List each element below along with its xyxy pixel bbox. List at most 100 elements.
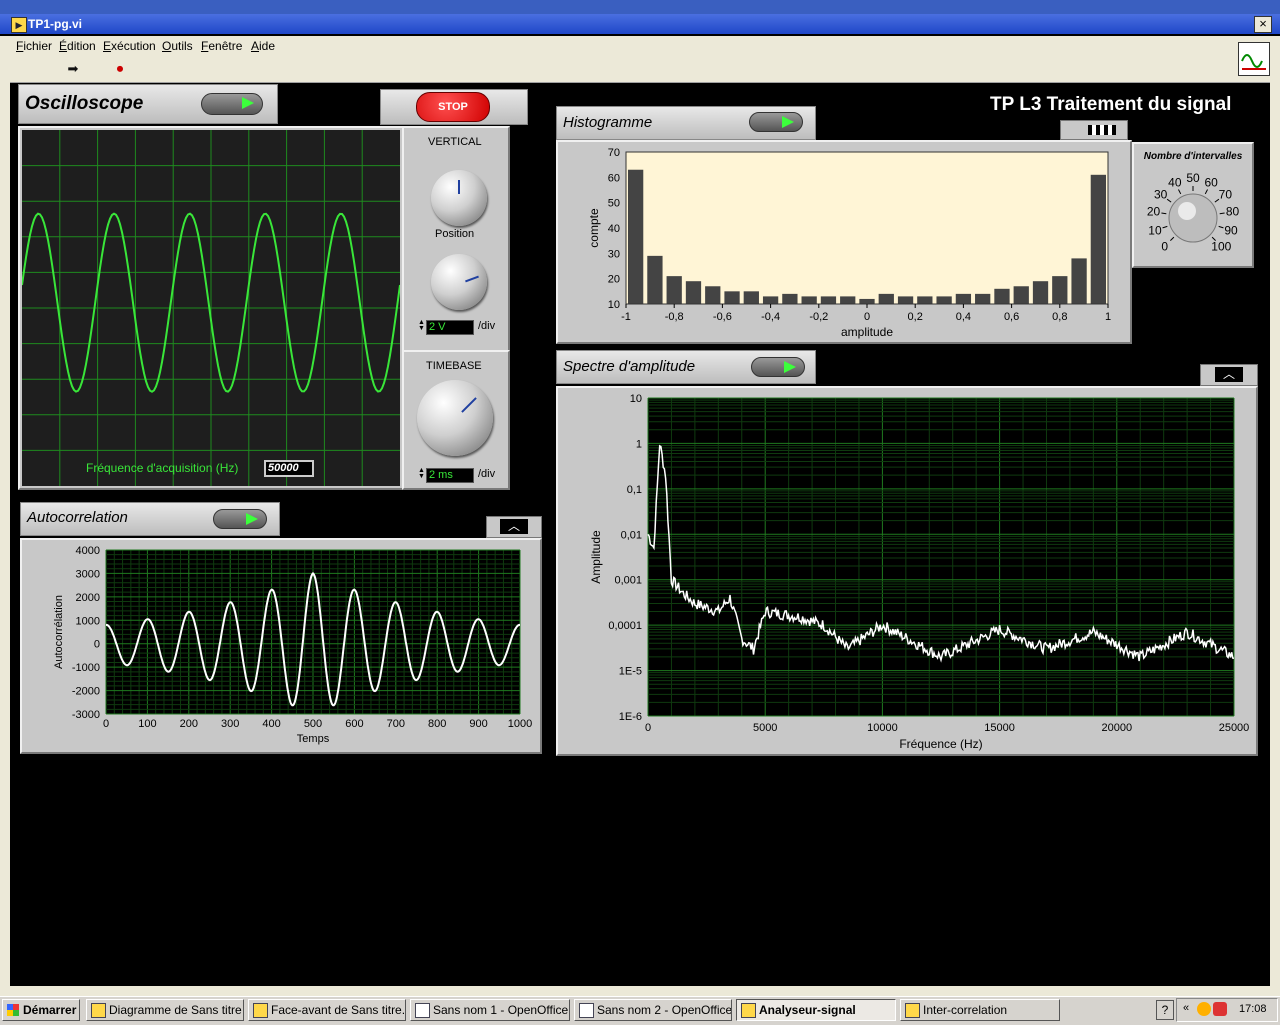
hist-bar: [762, 296, 779, 304]
histogram-panel: -1 -0,8 -0,6 -0,4 -0,2 0 0,2 0,4 0,6 0,8 1 10 20 30 40…: [556, 140, 1132, 344]
task-diagramme[interactable]: Diagramme de Sans titre ...: [86, 999, 244, 1021]
ac-x-tick: 0: [103, 718, 109, 730]
hist-bar: [647, 255, 663, 304]
collapse-icon: ︿: [500, 519, 528, 534]
start-label: Démarrer: [23, 1003, 77, 1017]
clock: 17:08: [1239, 1003, 1267, 1015]
task-analyseur-signal[interactable]: Analyseur-signal: [736, 999, 896, 1021]
sp-x-tick: 5000: [753, 722, 777, 734]
time-div-input[interactable]: 2 ms: [426, 468, 474, 483]
sp-x-label: Fréquence (Hz): [899, 737, 982, 751]
oscilloscope-enable-button[interactable]: [201, 93, 263, 115]
vertical-label: VERTICAL: [428, 136, 482, 148]
time-spinner[interactable]: ▲ ▼: [418, 467, 425, 480]
vi-icon: [1238, 42, 1270, 76]
dial-knob: [1168, 193, 1218, 243]
collapse-icon: ︿: [1215, 367, 1243, 382]
volts-div-unit: /div: [478, 320, 496, 332]
ac-x-tick: 600: [345, 718, 363, 730]
ac-y-tick: 1000: [76, 615, 100, 627]
intervals-panel: Nombre d'intervalles 0 10 20 30 40 50 60 70 80 90…: [1132, 142, 1254, 268]
volts-div-input[interactable]: 2 V: [426, 320, 474, 335]
spectrum-collapse[interactable]: ︿: [1200, 364, 1258, 386]
spectrum-enable-button[interactable]: [751, 357, 805, 377]
sp-y-tick: 0,001: [614, 575, 642, 587]
autocorr-chart: 0 100 200 300 400 500 600 700 800 900 1000 4000 3000…: [53, 545, 532, 745]
menu-aide[interactable]: Aide: [251, 39, 275, 53]
hist-x-tick: 0,2: [908, 311, 923, 323]
menu-execution[interactable]: Exécution: [103, 39, 156, 53]
spectrum-chart: 0 5000 10000 15000 20000 25000 10 1 0,1 0,01 0,001…: [589, 393, 1250, 751]
hist-bar: [936, 296, 952, 304]
tray-expand-icon[interactable]: «: [1183, 1002, 1189, 1014]
tray-app-icon[interactable]: [1197, 1002, 1211, 1016]
hist-bar: [820, 296, 837, 304]
autocorr-enable-button[interactable]: [213, 509, 267, 529]
dial-tickmark: [1204, 189, 1208, 195]
hist-bar: [840, 296, 856, 304]
task-inter-correlation[interactable]: Inter-correlation: [900, 999, 1060, 1021]
acq-frequency-input[interactable]: 50000: [264, 460, 314, 477]
window-title-bar[interactable]: [0, 14, 1280, 34]
ac-x-tick: 400: [262, 718, 280, 730]
hist-x-tick: 0,6: [1004, 311, 1019, 323]
dial-knob-highlight: [1178, 202, 1196, 220]
stop-area: STOP: [380, 89, 528, 125]
histogram-palette[interactable]: [1060, 120, 1128, 140]
sp-x-tick: 25000: [1219, 722, 1250, 734]
timebase-knob[interactable]: [417, 380, 493, 456]
ac-x-tick: 900: [469, 718, 487, 730]
ac-y-tick: -1000: [72, 662, 100, 674]
task-sans-nom-1[interactable]: Sans nom 1 - OpenOffice...: [410, 999, 570, 1021]
document-icon: [415, 1003, 430, 1018]
hist-x-label: amplitude: [841, 325, 893, 339]
hist-bar: [897, 296, 914, 304]
dial-tick-label: 90: [1224, 223, 1238, 237]
ac-x-tick: 200: [180, 718, 198, 730]
tray-network-icon[interactable]: [1213, 1002, 1227, 1016]
task-label: Inter-correlation: [923, 1003, 1008, 1017]
hist-x-tick: -0,6: [713, 311, 732, 323]
hist-bar: [801, 296, 817, 304]
run-arrow-icon[interactable]: ➡: [63, 59, 83, 79]
autocorr-collapse[interactable]: ︿: [486, 516, 542, 538]
hist-y-tick: 10: [608, 299, 620, 311]
close-button[interactable]: ×: [1254, 16, 1272, 33]
ac-x-tick: 700: [387, 718, 405, 730]
hist-bar: [975, 293, 991, 304]
autocorr-panel: 0 100 200 300 400 500 600 700 800 900 1000 4000 3000…: [20, 538, 542, 754]
ac-y-tick: -3000: [72, 709, 100, 721]
start-button[interactable]: Démarrer: [2, 999, 80, 1021]
stop-button[interactable]: STOP: [416, 92, 490, 122]
task-face-avant[interactable]: Face-avant de Sans titre...: [248, 999, 406, 1021]
hist-bar: [724, 291, 740, 304]
volts-spinner[interactable]: ▲ ▼: [418, 319, 425, 332]
hist-bar: [666, 276, 682, 304]
abort-stop-icon[interactable]: ⏺: [110, 59, 130, 79]
hist-bar: [705, 286, 721, 304]
menu-outils[interactable]: Outils: [162, 39, 193, 53]
hist-x-tick: 1: [1105, 311, 1111, 323]
intervals-dial[interactable]: 0 10 20 3040 50 6070 80 90 100: [1134, 164, 1252, 268]
sp-y-tick: 1E-6: [619, 711, 642, 723]
menu-bar: Fichier Édition Exécution Outils Fenêtre…: [10, 36, 1270, 56]
histogram-enable-button[interactable]: [749, 112, 803, 132]
sp-y-label: Amplitude: [589, 530, 603, 584]
hist-y-label: compte: [587, 208, 601, 248]
task-sans-nom-2[interactable]: Sans nom 2 - OpenOffice...: [574, 999, 732, 1021]
volts-div-knob[interactable]: [431, 254, 487, 310]
labview-icon: [253, 1003, 268, 1018]
labview-app-icon: ▶: [11, 17, 27, 33]
hist-bar: [917, 296, 933, 304]
menu-edition[interactable]: Édition: [59, 39, 96, 53]
dial-tickmark: [1161, 212, 1167, 215]
menu-fichier[interactable]: Fichier: [16, 39, 52, 53]
timebase-panel: TIMEBASE ▲ ▼ 2 ms /div: [402, 350, 510, 490]
ac-x-tick: 800: [428, 718, 446, 730]
dial-tick-label: 10: [1148, 223, 1162, 237]
toolbar: ➡ ⏺: [10, 56, 1270, 83]
position-knob[interactable]: [431, 170, 487, 226]
help-button[interactable]: ?: [1156, 1000, 1174, 1020]
hist-x-tick: 0,4: [956, 311, 971, 323]
menu-fenetre[interactable]: Fenêtre: [201, 39, 242, 53]
